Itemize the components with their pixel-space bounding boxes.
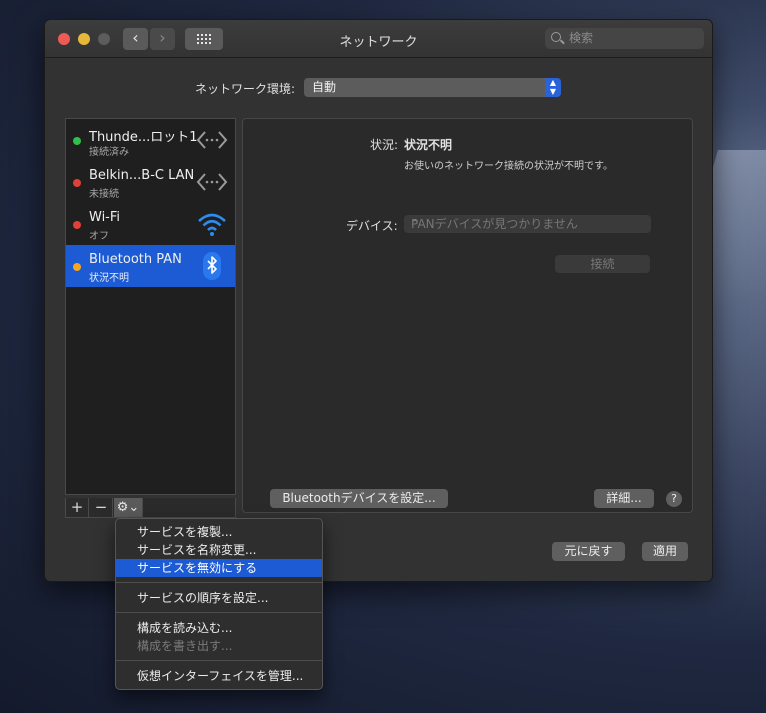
menu-item-import-configurations[interactable]: 構成を読み込む... — [116, 619, 322, 637]
menu-item-rename-service[interactable]: サービスを名称変更... — [116, 541, 322, 559]
service-item-wifi[interactable]: Wi-Fi オフ — [66, 203, 235, 245]
connect-button: 接続 — [555, 255, 650, 273]
detail-panel: 状況: 状況不明 お使いのネットワーク接続の状況が不明です。 デバイス: PAN… — [242, 118, 693, 513]
search-icon — [551, 32, 561, 42]
updown-chevron-icon: ⌃ — [411, 219, 419, 229]
service-name: Bluetooth PAN — [89, 252, 182, 267]
service-status: 接続済み — [89, 147, 129, 158]
service-item-belkin[interactable]: Belkin...B-C LAN 未接続 — [66, 161, 235, 203]
service-name: Belkin...B-C LAN — [89, 168, 195, 183]
device-select: PANデバイスが見つかりません ⌃ — [404, 215, 651, 233]
device-label: デバイス: — [346, 219, 398, 233]
ethernet-arrows-icon — [196, 131, 228, 149]
status-description: お使いのネットワーク接続の状況が不明です。 — [404, 161, 613, 172]
service-item-bluetooth-pan[interactable]: Bluetooth PAN 状況不明 — [66, 245, 235, 287]
menu-item-duplicate-service[interactable]: サービスを複製... — [116, 523, 322, 541]
menu-separator — [116, 660, 322, 661]
help-button[interactable]: ? — [666, 491, 682, 507]
status-dot-green — [73, 137, 81, 145]
menu-item-export-configurations: 構成を書き出す... — [137, 639, 233, 653]
service-status: 未接続 — [89, 189, 119, 200]
location-select[interactable]: 自動 ▲ ▼ — [304, 78, 561, 97]
gear-menu-button[interactable]: ⚙⌄ — [114, 498, 143, 517]
revert-button[interactable]: 元に戻す — [552, 542, 625, 561]
search-placeholder: 検索 — [569, 31, 594, 45]
location-label: ネットワーク環境: — [195, 82, 296, 96]
menu-separator — [116, 612, 322, 613]
bluetooth-setup-button[interactable]: Bluetoothデバイスを設定... — [270, 489, 448, 508]
wifi-icon — [198, 213, 226, 236]
ethernet-arrows-icon — [196, 173, 228, 191]
status-dot-yellow — [73, 263, 81, 271]
service-list[interactable]: Thunde...ロット1 接続済み Belkin...B-C LAN 未接続 … — [65, 118, 236, 495]
title-bar: ‹ › ネットワーク 検索 — [45, 20, 712, 58]
service-list-toolbar: + − ⚙⌄ — [65, 498, 236, 518]
status-dot-red — [73, 179, 81, 187]
menu-separator — [116, 582, 322, 583]
search-input[interactable]: 検索 — [545, 28, 704, 49]
status-label: 状況: — [370, 138, 399, 152]
gear-dropdown-menu: サービスを複製... サービスを名称変更... サービスを無効にする サービスの… — [115, 518, 323, 690]
remove-service-button[interactable]: − — [90, 498, 113, 517]
status-value: 状況不明 — [404, 138, 453, 152]
apply-button[interactable]: 適用 — [642, 542, 688, 561]
menu-item-set-service-order[interactable]: サービスの順序を設定... — [116, 589, 322, 607]
location-value: 自動 — [312, 80, 337, 94]
service-item-thunderbolt[interactable]: Thunde...ロット1 接続済み — [66, 119, 235, 161]
status-dot-red — [73, 221, 81, 229]
menu-item-disable-service[interactable]: サービスを無効にする — [116, 559, 322, 577]
bluetooth-icon — [203, 252, 221, 280]
advanced-button[interactable]: 詳細... — [594, 489, 654, 508]
network-preferences-window: ‹ › ネットワーク 検索 ネットワーク環境: 自動 ▲ ▼ Thunde...… — [44, 19, 713, 582]
service-status: 状況不明 — [89, 273, 129, 284]
add-service-button[interactable]: + — [66, 498, 89, 517]
service-status: オフ — [89, 231, 109, 242]
menu-item-manage-virtual-interfaces[interactable]: 仮想インターフェイスを管理... — [116, 667, 322, 685]
updown-arrow-icon: ▲ ▼ — [545, 78, 561, 97]
service-name: Wi-Fi — [89, 210, 121, 225]
